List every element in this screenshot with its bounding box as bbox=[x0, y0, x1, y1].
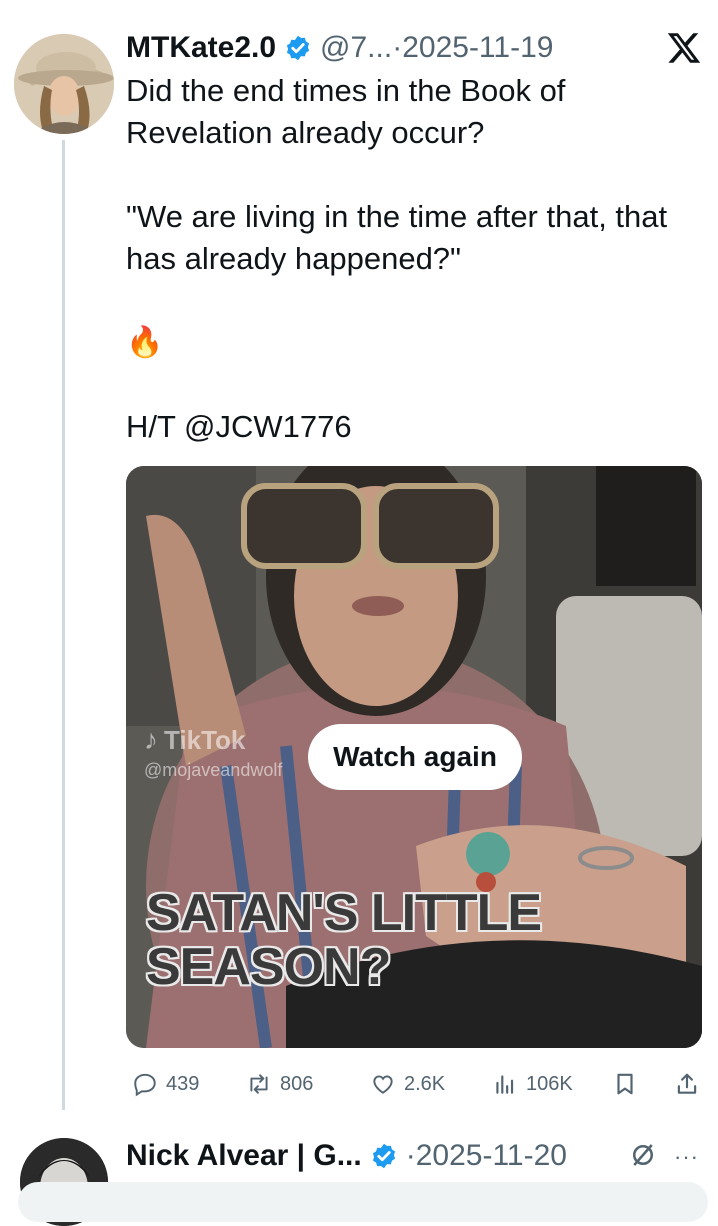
grok-icon[interactable] bbox=[628, 1140, 658, 1170]
tiktok-logo-icon: ♪ bbox=[144, 724, 158, 755]
x-logo-icon bbox=[667, 33, 701, 63]
share-button[interactable] bbox=[674, 1064, 708, 1104]
bookmark-icon bbox=[617, 1073, 633, 1095]
reply-header: Nick Alvear | G... · 2025-11-20 bbox=[126, 1134, 567, 1178]
bookmark-button[interactable] bbox=[612, 1064, 646, 1104]
share-icon bbox=[677, 1073, 697, 1094]
reply-icon bbox=[134, 1073, 156, 1097]
watch-again-button[interactable]: Watch again bbox=[308, 724, 522, 790]
tiktok-brand-text: TikTok bbox=[164, 724, 246, 755]
reply-count: 439 bbox=[166, 1072, 200, 1095]
views-button[interactable]: 106K bbox=[492, 1064, 573, 1104]
video-caption-line-1: SATAN'S LITTLE bbox=[146, 884, 542, 942]
video-player[interactable]: ♪ TikTok @mojaveandwolf Watch again SATAN… bbox=[126, 466, 702, 1048]
repost-count: 806 bbox=[280, 1072, 314, 1095]
views-icon bbox=[496, 1075, 514, 1094]
tweet-text-paragraph-2: "We are living in the time after that, t… bbox=[126, 199, 668, 276]
tiktok-username: @mojaveandwolf bbox=[144, 760, 283, 780]
tweet-text-paragraph-1: Did the end times in the Book of Revelat… bbox=[126, 73, 566, 150]
hat-tip-text[interactable]: H/T @JCW1776 bbox=[126, 406, 686, 448]
thread-line bbox=[62, 140, 65, 1110]
repost-button[interactable]: 806 bbox=[246, 1064, 313, 1104]
video-caption-line-2: SEASON? bbox=[146, 938, 391, 996]
more-options-icon[interactable]: ··· bbox=[674, 1144, 699, 1170]
author-handle[interactable]: @7... bbox=[320, 31, 392, 65]
tweet-date[interactable]: 2025-11-19 bbox=[402, 31, 553, 65]
repost-icon bbox=[250, 1074, 268, 1094]
heart-icon bbox=[373, 1075, 393, 1094]
avatar-image bbox=[14, 34, 114, 134]
separator-dot: · bbox=[392, 31, 403, 64]
tweet-text: Did the end times in the Book of Revelat… bbox=[126, 70, 686, 448]
reply-button[interactable]: 439 bbox=[132, 1064, 199, 1104]
separator-dot: · bbox=[405, 1139, 416, 1172]
fire-emoji: 🔥 bbox=[126, 326, 164, 359]
like-count: 2.6K bbox=[404, 1072, 446, 1095]
reply-composer[interactable] bbox=[18, 1182, 708, 1222]
like-button[interactable]: 2.6K bbox=[370, 1064, 445, 1104]
author-name[interactable]: MTKate2.0 bbox=[126, 31, 276, 65]
tweet-actions: 439 806 2.6K 106K bbox=[126, 1064, 706, 1104]
tiktok-watermark: ♪ TikTok @mojaveandwolf bbox=[144, 724, 282, 781]
author-avatar[interactable] bbox=[14, 34, 114, 134]
reply-date[interactable]: 2025-11-20 bbox=[416, 1139, 567, 1173]
verified-badge-icon bbox=[286, 35, 310, 61]
tweet-header: MTKate2.0 @7... · 2025-11-19 bbox=[126, 26, 553, 70]
video-caption: SATAN'S LITTLE SEASON? bbox=[146, 884, 542, 996]
verified-badge-icon bbox=[372, 1143, 395, 1169]
view-count: 106K bbox=[526, 1072, 573, 1095]
reply-author-name[interactable]: Nick Alvear | G... bbox=[126, 1139, 362, 1173]
